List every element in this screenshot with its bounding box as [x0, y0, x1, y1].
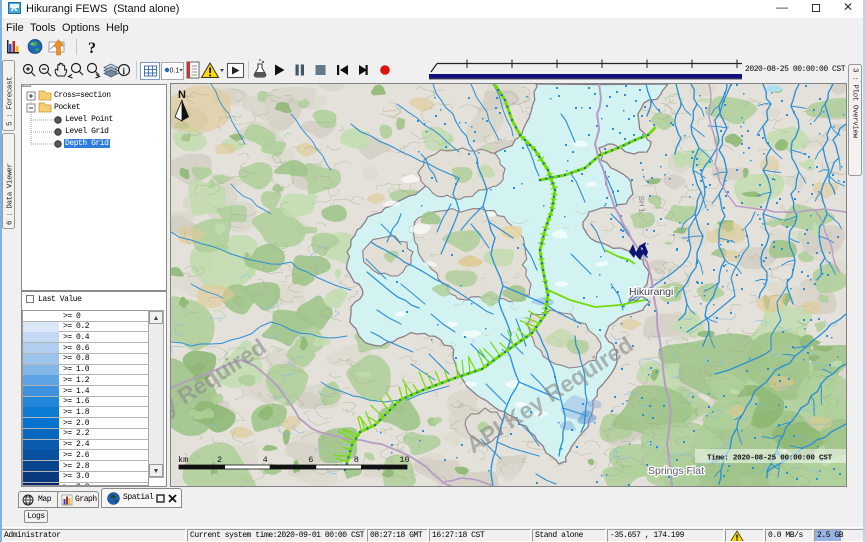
svg-text:5 : Forecast: 5 : Forecast	[7, 77, 15, 126]
svg-text:SH 1: SH 1	[637, 196, 647, 213]
svg-text:Time: 2020-08-25 00:00:00 CST: Time: 2020-08-25 00:00:00 CST	[707, 455, 833, 463]
svg-text:4: 4	[263, 455, 268, 465]
svg-text:i: i	[123, 66, 126, 76]
svg-text:2: 2	[217, 455, 222, 465]
svg-text:?: ?	[88, 40, 96, 57]
svg-text:km: km	[178, 455, 188, 465]
svg-text:Springs Flat: Springs Flat	[648, 465, 704, 477]
svg-text:3 : Plot Overview: 3 : Plot Overview	[851, 68, 859, 139]
svg-text:10: 10	[399, 455, 409, 465]
svg-text:8: 8	[354, 455, 359, 465]
svg-text:6: 6	[308, 455, 313, 465]
svg-text:6 : Data Viewer: 6 : Data Viewer	[7, 163, 15, 225]
svg-text:N: N	[178, 89, 186, 101]
svg-text:0.1: 0.1	[170, 68, 180, 75]
svg-text:Hikurangi: Hikurangi	[629, 286, 673, 298]
